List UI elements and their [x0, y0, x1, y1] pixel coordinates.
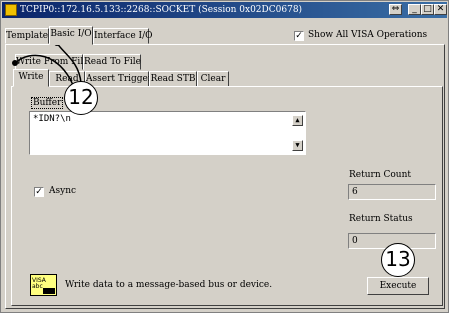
callout-13: 13 — [381, 243, 415, 277]
visa-session-window: TCPIP0::172.16.5.133::2268::SOCKET (Sess… — [0, 0, 449, 313]
callout-12: 12 — [64, 81, 98, 115]
tab-basic-io[interactable]: Basic I/O — [49, 26, 93, 45]
tab-write[interactable]: Write — [13, 69, 49, 87]
